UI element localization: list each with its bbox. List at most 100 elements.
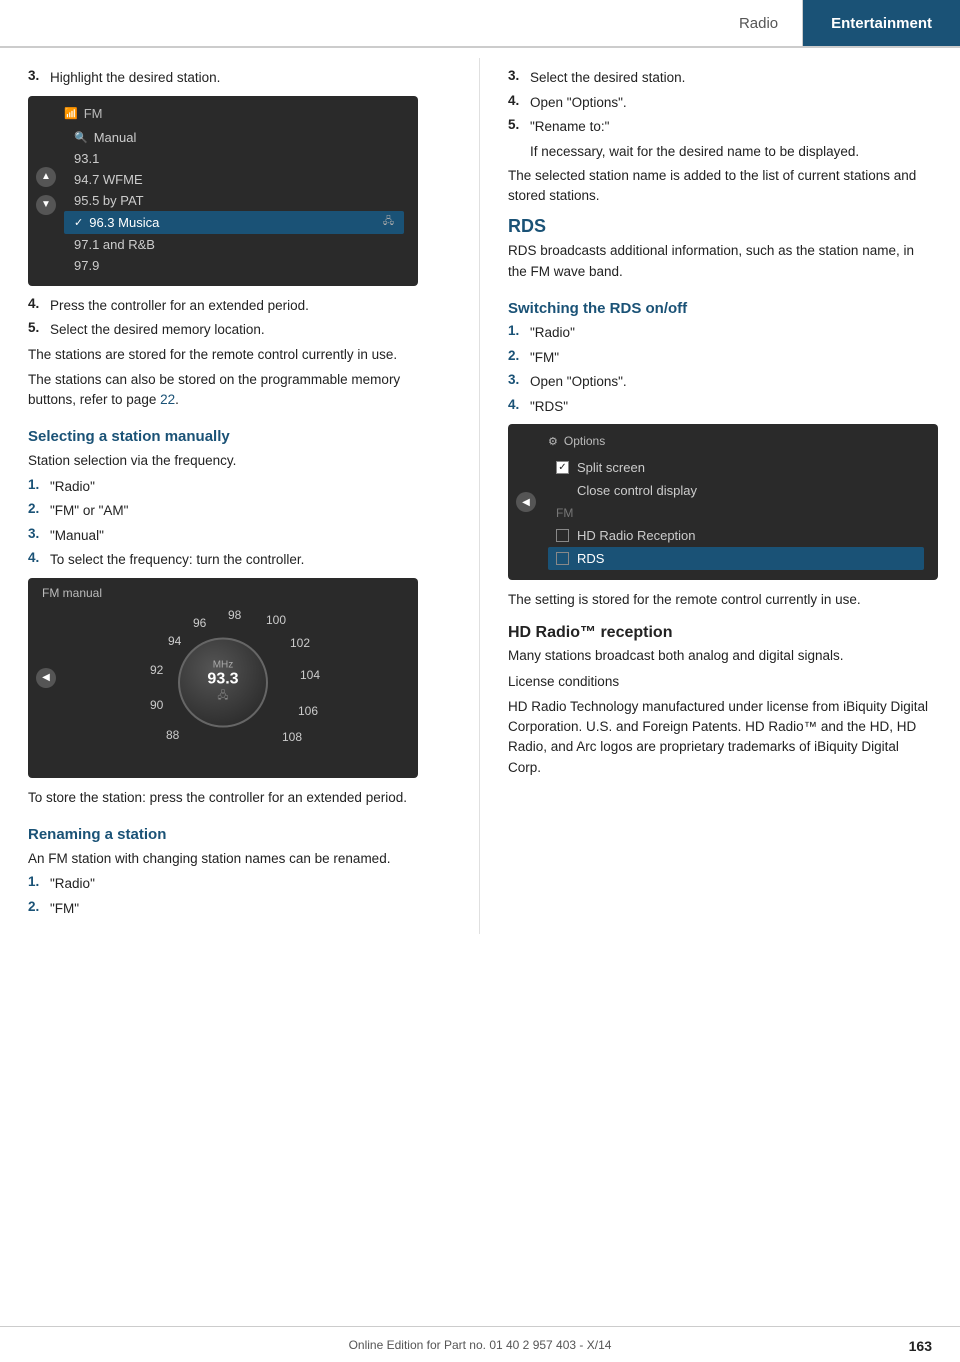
freq-102: 102 bbox=[290, 636, 310, 650]
left-column: 3. Highlight the desired station. ▲ ▼ 📶 … bbox=[0, 58, 480, 934]
freq-108: 108 bbox=[282, 730, 302, 744]
sel-step-3: 3. "Manual" bbox=[28, 526, 451, 546]
options-title: ⚙ Options bbox=[548, 434, 924, 448]
rds-desc: RDS broadcasts additional information, s… bbox=[508, 241, 932, 282]
fm-item-979-label: 97.9 bbox=[74, 258, 99, 273]
ren-step-1: 1. "Radio" bbox=[28, 874, 451, 894]
signal-icon: 📶 bbox=[64, 107, 78, 120]
options-title-text: Options bbox=[564, 434, 605, 448]
fm-title-text: FM bbox=[84, 106, 103, 121]
options-rds[interactable]: RDS bbox=[548, 547, 924, 570]
ren-step-2-num: 2. bbox=[28, 899, 50, 919]
options-left-arrow[interactable]: ◀ bbox=[516, 492, 536, 512]
split-screen-checkbox[interactable]: ✓ bbox=[556, 461, 569, 474]
dial-nav-left[interactable]: ◀ bbox=[36, 668, 56, 688]
step-4-text: Press the controller for an extended per… bbox=[50, 296, 309, 316]
step-3-highlight: 3. Highlight the desired station. bbox=[28, 68, 451, 88]
fm-item-94wfme-label: 94.7 WFME bbox=[74, 172, 143, 187]
sel-step-1: 1. "Radio" bbox=[28, 477, 451, 497]
step-5: 5. Select the desired memory location. bbox=[28, 320, 451, 340]
step-4-num: 4. bbox=[28, 296, 50, 316]
fm-item-931-label: 93.1 bbox=[74, 151, 99, 166]
fm-screen-title: 📶 FM bbox=[64, 106, 404, 121]
step5-indent: If necessary, wait for the desired name … bbox=[530, 142, 932, 162]
nav-down-arrow[interactable]: ▼ bbox=[36, 195, 56, 215]
fm-item-971rnb-label: 97.1 and R&B bbox=[74, 237, 155, 252]
sel-step-2: 2. "FM" or "AM" bbox=[28, 501, 451, 521]
rds-checkbox[interactable] bbox=[556, 552, 569, 565]
nav-up-arrow[interactable]: ▲ bbox=[36, 167, 56, 187]
fm-item-931[interactable]: 93.1 bbox=[64, 148, 404, 169]
freq-92: 92 bbox=[150, 663, 163, 677]
options-close-control[interactable]: Close control display bbox=[548, 479, 924, 502]
hd-desc-2: License conditions bbox=[508, 672, 932, 692]
search-icon: 🔍 bbox=[74, 131, 88, 144]
fm-item-963musica[interactable]: ✓ 96.3 Musica 🖧 bbox=[64, 211, 404, 234]
page-footer: Online Edition for Part no. 01 40 2 957 … bbox=[0, 1326, 960, 1362]
step-3-text: Highlight the desired station. bbox=[50, 68, 220, 88]
options-fm-separator: FM bbox=[548, 502, 924, 524]
selecting-station-heading: Selecting a station manually bbox=[28, 428, 451, 445]
selected-station-text: The selected station name is added to th… bbox=[508, 166, 932, 207]
main-content: 3. Highlight the desired station. ▲ ▼ 📶 … bbox=[0, 48, 960, 934]
fm-item-971rnb[interactable]: 97.1 and R&B bbox=[64, 234, 404, 255]
options-screen: ◀ ⚙ Options ✓ Split screen Close control… bbox=[508, 424, 938, 580]
fm-item-979[interactable]: 97.9 bbox=[64, 255, 404, 276]
sw-step-3-num: 3. bbox=[508, 372, 530, 392]
switching-rds-heading: Switching the RDS on/off bbox=[508, 300, 932, 317]
renaming-desc: An FM station with changing station name… bbox=[28, 849, 451, 869]
fm-item-963-label: 96.3 Musica bbox=[89, 215, 159, 230]
close-control-label: Close control display bbox=[577, 483, 697, 498]
freq-90: 90 bbox=[150, 698, 163, 712]
fm-item-95pat[interactable]: 95.5 by PAT bbox=[64, 190, 404, 211]
sw-step-2-num: 2. bbox=[508, 348, 530, 368]
dial-circle[interactable]: MHz 93.3 🖧 bbox=[178, 637, 268, 727]
sw-step-4-num: 4. bbox=[508, 397, 530, 417]
fm-screen: ▲ ▼ 📶 FM 🔍 Manual 93.1 94.7 WFME 95.5 by… bbox=[28, 96, 418, 286]
options-nav-left[interactable]: ◀ bbox=[516, 492, 536, 512]
right-column: 3. Select the desired station. 4. Open "… bbox=[480, 58, 960, 934]
options-icon: ⚙ bbox=[548, 435, 558, 448]
fm-item-94wfme[interactable]: 94.7 WFME bbox=[64, 169, 404, 190]
hd-desc-3: HD Radio Technology manufactured under l… bbox=[508, 697, 932, 778]
options-split-screen[interactable]: ✓ Split screen bbox=[548, 456, 924, 479]
right-step-3: 3. Select the desired station. bbox=[508, 68, 932, 88]
dial-screen: FM manual ◀ 96 98 100 94 102 92 104 90 1… bbox=[28, 578, 418, 778]
network-icon: 🖧 bbox=[383, 214, 394, 231]
dial-mhz: MHz bbox=[213, 659, 234, 670]
sel-step-2-num: 2. bbox=[28, 501, 50, 521]
page-number: 163 bbox=[909, 1338, 932, 1354]
page-22-link[interactable]: 22 bbox=[160, 392, 175, 407]
right-step-5-num: 5. bbox=[508, 117, 530, 137]
ren-step-2: 2. "FM" bbox=[28, 899, 451, 919]
right-step-4: 4. Open "Options". bbox=[508, 93, 932, 113]
sel-step-2-text: "FM" or "AM" bbox=[50, 501, 128, 521]
entertainment-label: Entertainment bbox=[831, 15, 932, 32]
right-step-3-num: 3. bbox=[508, 68, 530, 88]
hd-desc-1: Many stations broadcast both analog and … bbox=[508, 646, 932, 666]
sw-step-4-text: "RDS" bbox=[530, 397, 568, 417]
sw-step-1: 1. "Radio" bbox=[508, 323, 932, 343]
hd-radio-label: HD Radio Reception bbox=[577, 528, 696, 543]
split-screen-label: Split screen bbox=[577, 460, 645, 475]
options-hd-radio[interactable]: HD Radio Reception bbox=[548, 524, 924, 547]
selecting-desc: Station selection via the frequency. bbox=[28, 451, 451, 471]
ren-step-1-text: "Radio" bbox=[50, 874, 95, 894]
freq-106: 106 bbox=[298, 704, 318, 718]
sel-step-1-num: 1. bbox=[28, 477, 50, 497]
body-text-2: The stations can also be stored on the p… bbox=[28, 370, 451, 411]
body-text-1: The stations are stored for the remote c… bbox=[28, 345, 451, 365]
sw-step-1-num: 1. bbox=[508, 323, 530, 343]
store-text: To store the station: press the controll… bbox=[28, 788, 451, 808]
freq-98: 98 bbox=[228, 608, 241, 622]
sel-step-4-text: To select the frequency: turn the contro… bbox=[50, 550, 304, 570]
sel-step-1-text: "Radio" bbox=[50, 477, 95, 497]
body2-end: . bbox=[175, 392, 179, 407]
hd-radio-checkbox[interactable] bbox=[556, 529, 569, 542]
radio-label: Radio bbox=[739, 15, 778, 32]
freq-96: 96 bbox=[193, 616, 206, 630]
sw-step-4: 4. "RDS" bbox=[508, 397, 932, 417]
freq-104: 104 bbox=[300, 668, 320, 682]
fm-item-manual[interactable]: 🔍 Manual bbox=[64, 127, 404, 148]
freq-100: 100 bbox=[266, 613, 286, 627]
